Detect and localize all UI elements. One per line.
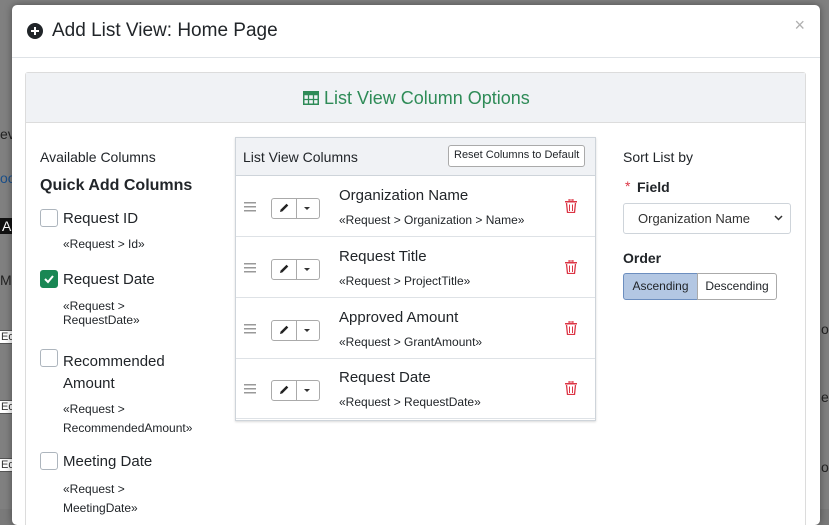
meeting-date-checkbox[interactable]	[40, 452, 58, 470]
button-divider	[296, 381, 297, 400]
request-date-label: Request Date	[63, 271, 155, 288]
trash-icon[interactable]	[565, 321, 577, 335]
caret-down-icon	[304, 207, 310, 210]
reset-columns-button[interactable]: Reset Columns to Default	[448, 145, 586, 167]
edit-dropdown-button[interactable]	[271, 320, 320, 341]
add-list-view-modal: Add List View: Home Page × List View Col…	[12, 5, 820, 525]
button-divider	[296, 199, 297, 218]
drag-handle-icon[interactable]	[244, 202, 256, 212]
caret-down-icon	[304, 268, 310, 271]
trash-icon[interactable]	[565, 381, 577, 395]
pencil-icon	[280, 264, 289, 273]
column-row: Organization Name «Request > Organizatio…	[236, 176, 595, 237]
column-row: Request Date «Request > RequestDate»	[236, 358, 595, 419]
button-divider	[296, 260, 297, 279]
column-row: Request Title «Request > ProjectTitle»	[236, 237, 595, 298]
caret-down-icon	[304, 329, 310, 332]
descending-button[interactable]: Descending	[697, 273, 777, 300]
list-view-columns-title: List View Columns	[243, 149, 358, 165]
panel-header: List View Column Options	[26, 73, 805, 123]
backdrop-text: es	[821, 389, 829, 405]
request-id-path: «Request > Id»	[63, 237, 145, 251]
column-row: Approved Amount «Request > GrantAmount»	[236, 298, 595, 359]
column-name: Approved Amount	[339, 309, 459, 326]
column-path: «Request > ProjectTitle»	[339, 274, 471, 288]
plus-circle-icon	[27, 23, 43, 39]
available-columns-title: Available Columns	[40, 149, 156, 165]
chevron-down-icon	[774, 215, 783, 221]
request-date-path: «Request > RequestDate»	[63, 299, 140, 327]
drag-handle-icon[interactable]	[244, 324, 256, 334]
sort-field-value: Organization Name	[638, 211, 750, 226]
modal-title: Add List View: Home Page	[52, 20, 278, 41]
pencil-icon	[280, 385, 289, 394]
recommended-amount-label: Recommended Amount	[63, 353, 165, 392]
backdrop-text: o	[821, 321, 829, 337]
sort-field-select[interactable]: Organization Name	[623, 203, 791, 234]
drag-handle-icon[interactable]	[244, 263, 256, 273]
quick-add-columns-title: Quick Add Columns	[40, 177, 193, 194]
trash-icon[interactable]	[565, 199, 577, 213]
request-id-checkbox[interactable]	[40, 209, 58, 227]
caret-down-icon	[304, 389, 310, 392]
meeting-date-path: «Request > MeetingDate»	[63, 482, 138, 515]
recommended-amount-path: «Request > RecommendedAmount»	[63, 402, 193, 435]
column-name: Request Title	[339, 248, 427, 265]
edit-dropdown-button[interactable]	[271, 198, 320, 219]
list-view-columns-box: List View Columns Reset Columns to Defau…	[235, 137, 596, 421]
field-label: Field	[637, 179, 670, 195]
panel-title: List View Column Options	[324, 88, 530, 108]
column-name: Organization Name	[339, 187, 469, 204]
checkmark-icon	[44, 275, 54, 284]
edit-dropdown-button[interactable]	[271, 259, 320, 280]
list-view-columns-header: List View Columns Reset Columns to Defau…	[236, 138, 595, 176]
column-path: «Request > RequestDate»	[339, 395, 481, 409]
column-name: Request Date	[339, 369, 431, 386]
column-path: «Request > Organization > Name»	[339, 213, 525, 227]
ascending-button[interactable]: Ascending	[623, 273, 698, 300]
sort-list-title: Sort List by	[623, 149, 694, 165]
required-marker: *	[625, 178, 631, 194]
pencil-icon	[280, 325, 289, 334]
recommended-amount-checkbox[interactable]	[40, 349, 58, 367]
edit-dropdown-button[interactable]	[271, 380, 320, 401]
column-path: «Request > GrantAmount»	[339, 335, 483, 349]
close-button[interactable]: ×	[794, 15, 805, 36]
meeting-date-label: Meeting Date	[63, 453, 153, 470]
request-date-checkbox[interactable]	[40, 270, 58, 288]
pencil-icon	[280, 203, 289, 212]
drag-handle-icon[interactable]	[244, 384, 256, 394]
button-divider	[296, 321, 297, 340]
table-icon	[303, 91, 319, 105]
backdrop-text: or	[821, 459, 829, 475]
trash-icon[interactable]	[565, 260, 577, 274]
modal-header: Add List View: Home Page ×	[12, 5, 820, 58]
order-label: Order	[623, 250, 662, 266]
request-id-label: Request ID	[63, 210, 139, 227]
